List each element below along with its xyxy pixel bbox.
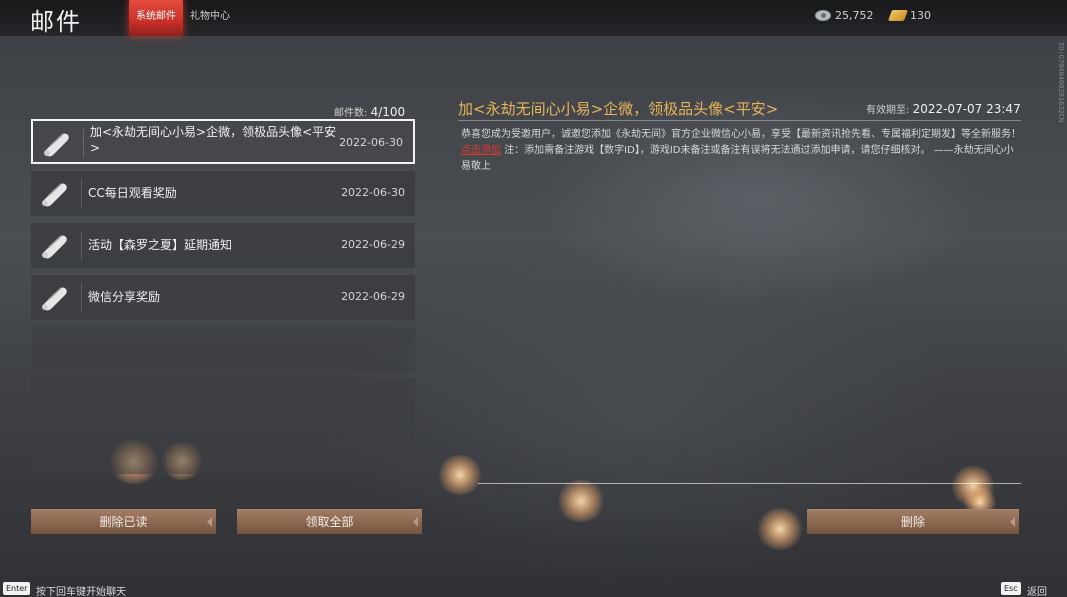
mail-item-title-line1: 加<永劫无间心小易>企微，领极品头像<平安 <box>90 125 337 139</box>
item-divider <box>81 231 82 260</box>
mail-list-item[interactable]: 微信分享奖励 2022-06-29 <box>31 275 415 320</box>
item-divider <box>81 179 82 208</box>
enter-key-badge: Enter <box>3 582 31 595</box>
detail-divider <box>458 120 1021 121</box>
tab-system-mail[interactable]: 系统邮件 <box>129 0 183 36</box>
page-title: 邮件 <box>30 8 82 36</box>
delete-button[interactable]: 删除 <box>807 509 1019 534</box>
mail-item-date: 2022-06-30 <box>341 186 405 199</box>
scroll-icon <box>42 183 67 207</box>
delete-read-button[interactable]: 删除已读 <box>31 509 216 534</box>
mail-item-date: 2022-06-29 <box>341 238 405 251</box>
back-hint[interactable]: 返回 <box>1027 583 1047 597</box>
top-bar: 邮件 系统邮件 礼物中心 25,752 130 <box>0 0 1067 36</box>
mail-count-label: 邮件数: <box>334 108 368 119</box>
mail-count: 邮件数: 4/100 <box>334 104 405 119</box>
mail-detail-body: 恭喜您成为受邀用户，诚邀您添加《永劫无间》官方企业微信心小易，享受【最新资讯抢先… <box>461 127 1021 175</box>
mail-item-title: CC每日观看奖励 <box>88 186 177 200</box>
bokeh-light <box>950 466 996 506</box>
detail-bottom-divider <box>478 483 1021 484</box>
mail-list-item[interactable]: CC每日观看奖励 2022-06-30 <box>31 171 415 216</box>
body-text-part2: 注：添加需备注游戏【数字ID】，游戏ID未备注或备注有误将无法通过添加申请，请您… <box>461 145 1014 172</box>
gold-bar-icon <box>887 10 909 21</box>
scroll-icon <box>42 235 67 259</box>
scroll-icon <box>42 287 67 311</box>
mail-count-value: 4/100 <box>370 105 406 119</box>
scroll-icon <box>44 133 69 157</box>
mail-item-title: 活动【森罗之夏】延期通知 <box>88 238 233 252</box>
mail-item-date: 2022-06-29 <box>341 290 405 303</box>
bokeh-light <box>756 508 804 550</box>
gold-amount: 130 <box>910 9 931 22</box>
coin-icon <box>815 10 831 21</box>
mail-item-title: 加<永劫无间心小易>企微，领极品头像<平安 > <box>90 124 336 156</box>
silver-amount: 25,752 <box>835 9 874 22</box>
mail-list-item-selected[interactable]: 加<永劫无间心小易>企微，领极品头像<平安 > 2022-06-30 <box>31 119 415 164</box>
add-wechat-link[interactable]: 点击添加 <box>461 145 501 156</box>
silver-currency: 25,752 <box>815 9 874 22</box>
mail-item-title-line2: > <box>90 141 101 155</box>
mail-list-empty-slot <box>31 327 415 372</box>
mail-expiry: 有效期至: 2022-07-07 23:47 <box>866 101 1021 116</box>
enter-chat-hint: 按下回车键开始聊天 <box>36 587 126 597</box>
mail-item-date: 2022-06-30 <box>339 136 403 149</box>
player-id-text: ID:G7040400281632CN <box>1057 42 1065 123</box>
expiry-label: 有效期至: <box>866 105 910 116</box>
item-divider <box>83 129 84 158</box>
bokeh-light <box>437 455 483 495</box>
mail-list-empty-slot <box>31 429 415 474</box>
body-text-part1: 恭喜您成为受邀用户，诚邀您添加《永劫无间》官方企业微信心小易，享受【最新资讯抢先… <box>461 129 1021 140</box>
gold-currency: 130 <box>887 9 931 22</box>
mail-item-title: 微信分享奖励 <box>88 290 161 304</box>
mail-list-empty-slot <box>31 378 415 423</box>
bokeh-light <box>556 480 606 522</box>
esc-key-badge[interactable]: Esc <box>1001 582 1021 595</box>
mail-list-item[interactable]: 活动【森罗之夏】延期通知 2022-06-29 <box>31 223 415 268</box>
expiry-value: 2022-07-07 23:47 <box>912 102 1021 116</box>
claim-all-button[interactable]: 领取全部 <box>237 509 422 534</box>
mail-detail-title: 加<永劫无间心小易>企微，领极品头像<平安> <box>458 100 779 118</box>
item-divider <box>81 283 82 312</box>
tab-gift-center[interactable]: 礼物中心 <box>186 0 234 36</box>
